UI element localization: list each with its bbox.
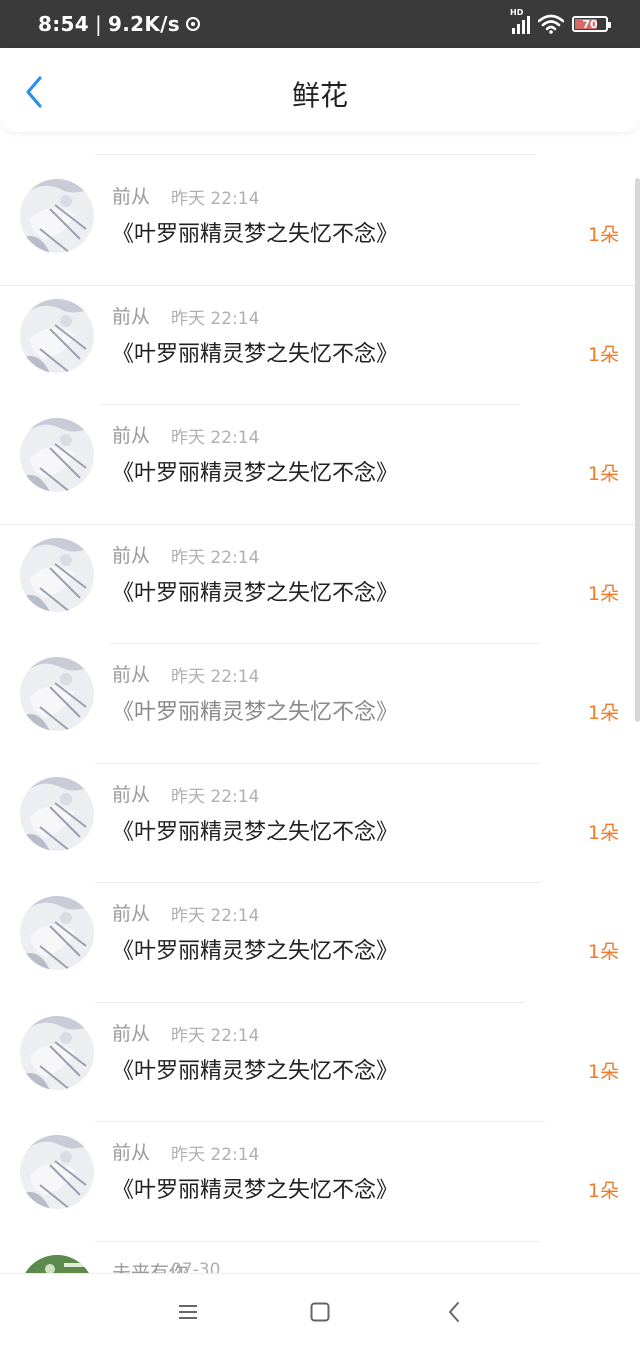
avatar[interactable] bbox=[20, 179, 94, 253]
scrollbar[interactable] bbox=[635, 178, 640, 722]
notification-dot-icon bbox=[185, 17, 200, 31]
sender-name: 前从 bbox=[112, 544, 151, 567]
status-bar: 8:54 | 9.2K/s HD 70 bbox=[0, 0, 640, 48]
signal-icon: HD bbox=[510, 8, 530, 34]
sender-name: 前从 bbox=[112, 664, 151, 686]
sender-name: 前从 bbox=[112, 425, 151, 447]
book-title[interactable]: 《叶罗丽精灵梦之失忆不念》 bbox=[112, 694, 398, 726]
list-item[interactable]: 前从 昨天 22:14 《叶罗丽精灵梦之失忆不念》 1朵 bbox=[0, 644, 640, 764]
book-title[interactable]: 《叶罗丽精灵梦之失忆不念》 bbox=[112, 933, 398, 965]
timestamp: 昨天 22:14 bbox=[171, 189, 260, 209]
avatar[interactable] bbox=[20, 1135, 94, 1209]
status-separator: | bbox=[94, 12, 102, 36]
signal-hd-label: HD bbox=[510, 8, 524, 17]
list-item[interactable]: 前从 昨天 22:14 《叶罗丽精灵梦之失忆不念》 1朵 bbox=[0, 525, 640, 644]
timestamp: 07-30 bbox=[171, 1259, 221, 1274]
list-item[interactable]: 前从 昨天 22:14 《叶罗丽精灵梦之失忆不念》 1朵 bbox=[0, 166, 640, 286]
flower-count: 1朵 bbox=[587, 224, 619, 246]
flower-count: 1朵 bbox=[587, 702, 619, 724]
book-title[interactable]: 《叶罗丽精灵梦之失忆不念》 bbox=[112, 575, 398, 607]
flower-count: 1朵 bbox=[587, 343, 619, 366]
battery-icon: 70 bbox=[572, 16, 611, 32]
sender-name: 前从 bbox=[112, 1022, 151, 1045]
wifi-icon bbox=[538, 14, 564, 34]
page-title: 鲜花 bbox=[291, 79, 348, 112]
avatar[interactable] bbox=[20, 1254, 94, 1273]
timestamp: 昨天 22:14 bbox=[171, 667, 260, 687]
top-bar: 鲜花 bbox=[0, 48, 640, 132]
avatar[interactable] bbox=[20, 298, 94, 373]
system-back-button[interactable] bbox=[443, 1300, 467, 1324]
list-divider bbox=[95, 154, 535, 155]
list-item[interactable]: 前从 昨天 22:14 《叶罗丽精灵梦之失忆不念》 1朵 bbox=[0, 405, 640, 525]
menu-icon bbox=[179, 1305, 197, 1319]
avatar[interactable] bbox=[20, 776, 94, 851]
book-title[interactable]: 《叶罗丽精灵梦之失忆不念》 bbox=[112, 216, 398, 248]
timestamp: 昨天 22:14 bbox=[171, 906, 260, 926]
system-nav-bar bbox=[0, 1273, 640, 1351]
sender-name: 前从 bbox=[112, 1142, 151, 1164]
timestamp: 昨天 22:14 bbox=[171, 1145, 260, 1165]
list-item[interactable]: 前从 昨天 22:14 《叶罗丽精灵梦之失忆不念》 1朵 bbox=[0, 286, 640, 405]
list-item[interactable]: 未来有你 07-30 bbox=[0, 1242, 640, 1274]
status-left: 8:54 | 9.2K/s bbox=[38, 0, 200, 48]
timestamp: 昨天 22:14 bbox=[171, 308, 260, 329]
status-time: 8:54 bbox=[38, 12, 89, 36]
flower-list: 前从 昨天 22:14 《叶罗丽精灵梦之失忆不念》 1朵 前从 昨天 22:14 《叶罗丽精… bbox=[0, 132, 640, 1273]
home-square-icon bbox=[310, 1302, 330, 1322]
flower-count: 1朵 bbox=[587, 941, 619, 963]
sender-name: 前从 bbox=[112, 186, 151, 208]
sender-name: 前从 bbox=[112, 903, 151, 925]
list-item[interactable]: 前从 昨天 22:14 《叶罗丽精灵梦之失忆不念》 1朵 bbox=[0, 1003, 640, 1122]
list-item[interactable]: 前从 昨天 22:14 《叶罗丽精灵梦之失忆不念》 1朵 bbox=[0, 883, 640, 1003]
list-rows: 前从 昨天 22:14 《叶罗丽精灵梦之失忆不念》 1朵 前从 昨天 22:14 《叶罗丽精… bbox=[0, 166, 640, 1273]
list-item[interactable]: 前从 昨天 22:14 《叶罗丽精灵梦之失忆不念》 1朵 bbox=[0, 1122, 640, 1242]
avatar[interactable] bbox=[20, 537, 94, 612]
avatar[interactable] bbox=[20, 418, 94, 492]
book-title[interactable]: 《叶罗丽精灵梦之失忆不念》 bbox=[112, 814, 398, 846]
flower-count: 1朵 bbox=[587, 582, 619, 605]
flower-count: 1朵 bbox=[587, 821, 619, 844]
battery-level: 70 bbox=[582, 17, 598, 31]
book-title[interactable]: 《叶罗丽精灵梦之失忆不念》 bbox=[112, 455, 398, 487]
avatar[interactable] bbox=[20, 896, 94, 970]
menu-button[interactable] bbox=[176, 1300, 200, 1324]
book-title[interactable]: 《叶罗丽精灵梦之失忆不念》 bbox=[112, 336, 398, 368]
sender-name: 前从 bbox=[112, 305, 151, 328]
list-item[interactable]: 前从 昨天 22:14 《叶罗丽精灵梦之失忆不念》 1朵 bbox=[0, 764, 640, 883]
home-button[interactable] bbox=[308, 1300, 332, 1324]
status-right: HD 70 bbox=[510, 0, 611, 48]
timestamp: 昨天 22:14 bbox=[171, 786, 260, 807]
avatar[interactable] bbox=[20, 1015, 94, 1090]
timestamp: 昨天 22:14 bbox=[171, 428, 260, 448]
flower-count: 1朵 bbox=[587, 1180, 619, 1202]
back-triangle-icon bbox=[449, 1302, 459, 1322]
avatar[interactable] bbox=[20, 657, 94, 731]
sender-name: 前从 bbox=[112, 783, 151, 806]
network-speed: 9.2K/s bbox=[108, 12, 180, 36]
flower-count: 1朵 bbox=[587, 463, 619, 485]
book-title[interactable]: 《叶罗丽精灵梦之失忆不念》 bbox=[112, 1053, 398, 1085]
timestamp: 昨天 22:14 bbox=[171, 547, 260, 568]
book-title[interactable]: 《叶罗丽精灵梦之失忆不念》 bbox=[112, 1172, 398, 1204]
timestamp: 昨天 22:14 bbox=[171, 1025, 260, 1046]
flower-count: 1朵 bbox=[587, 1060, 619, 1083]
